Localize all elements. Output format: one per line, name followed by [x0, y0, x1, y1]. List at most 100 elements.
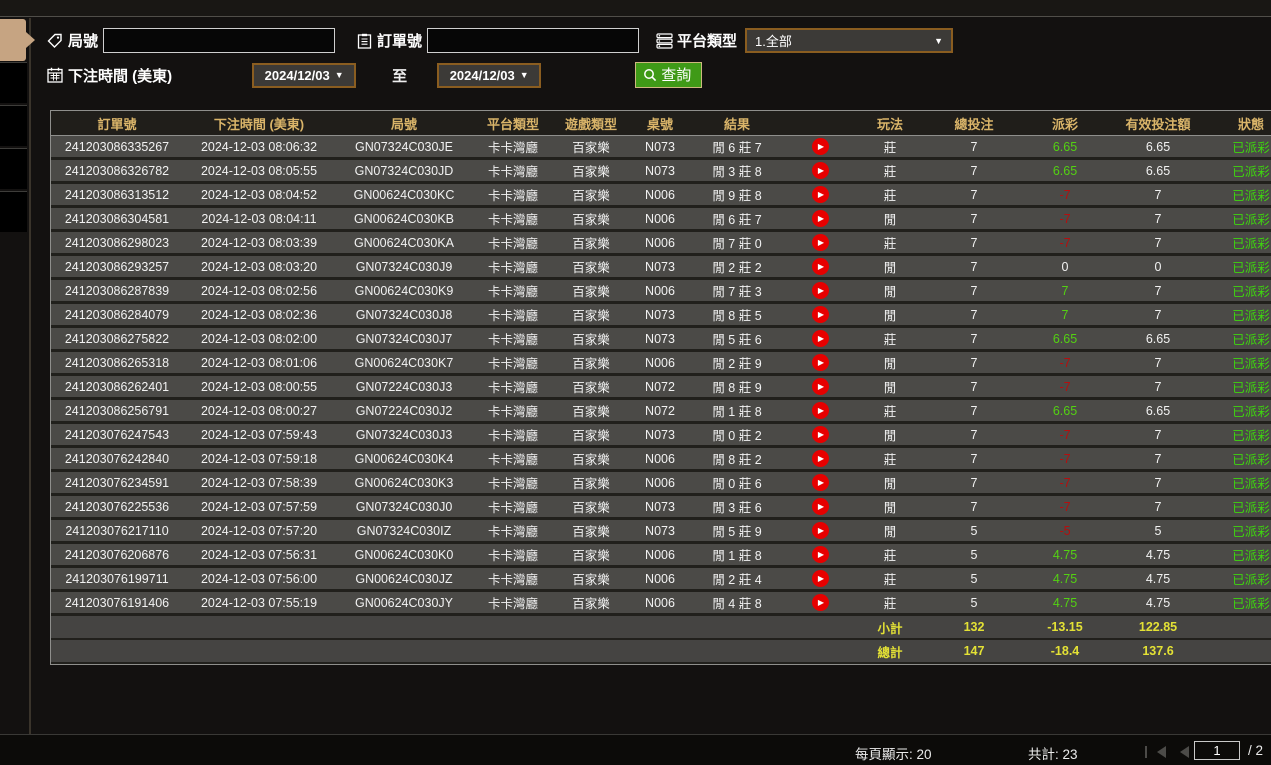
chevron-down-icon: ▼ [934, 35, 944, 46]
cell-replay: ▶ [783, 400, 857, 424]
grand-total-bet: 147 [923, 640, 1025, 664]
status-badge: 已派彩 [1211, 448, 1271, 472]
play-icon[interactable]: ▶ [811, 402, 829, 419]
order-input[interactable] [427, 28, 640, 53]
cell-result: 閒 4 莊 8 [691, 592, 783, 616]
cell-bet-time: 2024-12-03 07:59:43 [183, 424, 335, 448]
cell-valid-bet: 6.65 [1105, 160, 1211, 184]
page-number-input[interactable] [1194, 741, 1240, 760]
date-to-select[interactable]: 2024/12/03 ▼ [437, 62, 542, 88]
round-input[interactable] [103, 28, 336, 53]
search-button[interactable]: 查詢 [635, 62, 703, 88]
cell-play-type: 閒 [857, 424, 923, 448]
cell-table-no: N073 [629, 160, 691, 184]
status-badge: 已派彩 [1211, 568, 1271, 592]
first-page-icon[interactable] [1145, 746, 1166, 758]
col-table-no: 桌號 [629, 111, 691, 136]
pagination-bar: 每頁顯示: 20 共計: 23 / 2 [0, 734, 1271, 765]
order-filter-label: 訂單號 [377, 33, 423, 50]
cell-valid-bet: 5 [1105, 520, 1211, 544]
platform-select[interactable]: 1.全部 ▼ [745, 28, 954, 53]
play-icon[interactable]: ▶ [811, 546, 829, 563]
status-badge: 已派彩 [1211, 424, 1271, 448]
cell-result: 閒 0 莊 6 [691, 472, 783, 496]
cell-result: 閒 6 莊 7 [691, 136, 783, 160]
cell-result: 閒 2 莊 4 [691, 568, 783, 592]
grand-total-row: 總計 147 -18.4 137.6 [51, 640, 1271, 664]
cell-result: 閒 1 莊 8 [691, 544, 783, 568]
play-icon[interactable]: ▶ [811, 306, 829, 323]
date-from-select[interactable]: 2024/12/03 ▼ [252, 62, 357, 88]
cell-valid-bet: 7 [1105, 472, 1211, 496]
cell-bet-time: 2024-12-03 08:02:36 [183, 304, 335, 328]
cell-payout: 4.75 [1025, 544, 1105, 568]
table-row: 241203086284079 2024-12-03 08:02:36 GN07… [51, 304, 1271, 328]
play-icon[interactable]: ▶ [811, 522, 829, 539]
cell-payout: 4.75 [1025, 568, 1105, 592]
play-icon[interactable]: ▶ [811, 258, 829, 275]
play-icon[interactable]: ▶ [811, 498, 829, 515]
play-icon[interactable]: ▶ [811, 450, 829, 467]
cell-table-no: N072 [629, 376, 691, 400]
status-badge: 已派彩 [1211, 328, 1271, 352]
sidebar-item-1[interactable] [0, 62, 27, 103]
sidebar-item-2[interactable] [0, 105, 27, 146]
table-body: 241203086335267 2024-12-03 08:06:32 GN07… [51, 136, 1271, 616]
col-total-bet: 總投注 [923, 111, 1025, 136]
cell-result: 閒 2 莊 2 [691, 256, 783, 280]
play-icon[interactable]: ▶ [811, 354, 829, 371]
play-icon[interactable]: ▶ [811, 474, 829, 491]
cell-table-no: N073 [629, 496, 691, 520]
sidebar-item-3[interactable] [0, 148, 27, 189]
cell-result: 閒 3 莊 6 [691, 496, 783, 520]
cell-payout: -5 [1025, 520, 1105, 544]
play-icon[interactable]: ▶ [811, 162, 829, 179]
prev-page-icon[interactable] [1180, 746, 1189, 758]
cell-table-no: N073 [629, 520, 691, 544]
cell-replay: ▶ [783, 544, 857, 568]
cell-platform: 卡卡灣廳 [473, 424, 553, 448]
date-to-value: 2024/12/03 [449, 67, 515, 83]
bet-records-table-wrap: 訂單號 下注時間 (美東) 局號 平台類型 遊戲類型 桌號 結果 玩法 總投注 … [50, 110, 1271, 665]
play-icon[interactable]: ▶ [811, 378, 829, 395]
play-icon[interactable]: ▶ [811, 186, 829, 203]
cell-valid-bet: 6.65 [1105, 328, 1211, 352]
subtotal-label: 小計 [857, 616, 923, 640]
status-badge: 已派彩 [1211, 376, 1271, 400]
table-row: 241203086256791 2024-12-03 08:00:27 GN07… [51, 400, 1271, 424]
cell-replay: ▶ [783, 280, 857, 304]
cell-order-id: 241203076217110 [51, 520, 183, 544]
cell-game-type: 百家樂 [553, 544, 629, 568]
cell-round-id: GN00624C030KB [335, 208, 473, 232]
cell-table-no: N006 [629, 568, 691, 592]
date-range-to-label: 至 [392, 67, 408, 85]
cell-result: 閒 5 莊 9 [691, 520, 783, 544]
cell-replay: ▶ [783, 184, 857, 208]
play-icon[interactable]: ▶ [811, 234, 829, 251]
cell-valid-bet: 7 [1105, 184, 1211, 208]
play-icon[interactable]: ▶ [811, 282, 829, 299]
cell-bet-time: 2024-12-03 07:56:31 [183, 544, 335, 568]
cell-game-type: 百家樂 [553, 568, 629, 592]
cell-round-id: GN00624C030K3 [335, 472, 473, 496]
cell-game-type: 百家樂 [553, 424, 629, 448]
cell-total-bet: 7 [923, 160, 1025, 184]
play-icon[interactable]: ▶ [811, 594, 829, 611]
filter-row-2: 下注時間 (美東) 2024/12/03 ▼ 至 2024/12/03 ▼ 查詢 [46, 62, 703, 88]
play-icon[interactable]: ▶ [811, 210, 829, 227]
cell-payout: -7 [1025, 424, 1105, 448]
cell-total-bet: 5 [923, 592, 1025, 616]
play-icon[interactable]: ▶ [811, 330, 829, 347]
collapse-panel-tab[interactable] [0, 19, 35, 61]
cell-replay: ▶ [783, 424, 857, 448]
play-icon[interactable]: ▶ [811, 570, 829, 587]
cell-valid-bet: 4.75 [1105, 544, 1211, 568]
cell-table-no: N073 [629, 304, 691, 328]
cell-play-type: 閒 [857, 304, 923, 328]
sidebar-item-4[interactable] [0, 191, 27, 232]
cell-order-id: 241203076199711 [51, 568, 183, 592]
cell-game-type: 百家樂 [553, 376, 629, 400]
play-icon[interactable]: ▶ [811, 138, 829, 155]
side-rail-divider [29, 18, 31, 765]
play-icon[interactable]: ▶ [811, 426, 829, 443]
